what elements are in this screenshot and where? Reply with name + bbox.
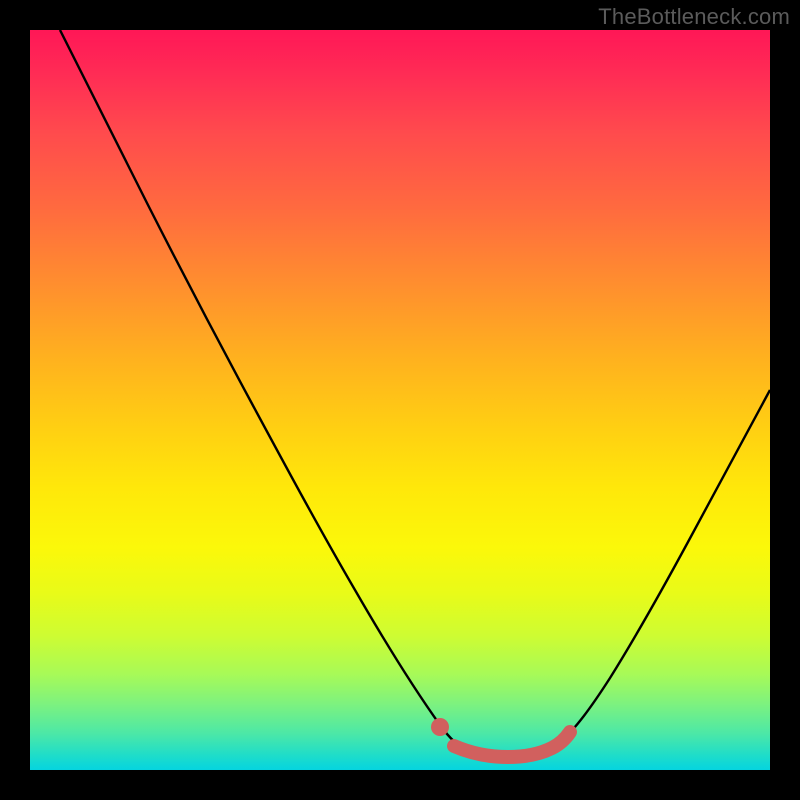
chart-frame: TheBottleneck.com [0, 0, 800, 800]
bottleneck-curve [60, 30, 770, 757]
chart-svg [30, 30, 770, 770]
highlight-start-dot [431, 718, 449, 736]
watermark-text: TheBottleneck.com [598, 4, 790, 30]
optimal-zone-highlight [454, 732, 570, 757]
plot-gradient-background [30, 30, 770, 770]
